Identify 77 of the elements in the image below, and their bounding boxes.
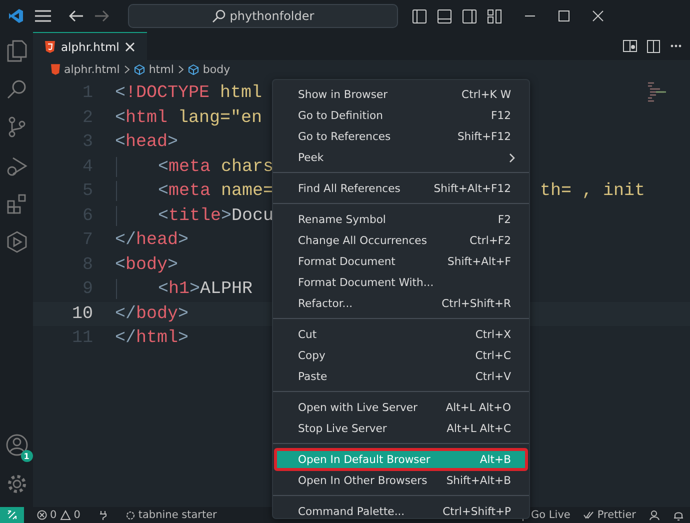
app-logo-icon [8, 8, 24, 24]
close-icon[interactable] [125, 42, 136, 52]
code-line: <h1>ALPHR [158, 279, 253, 300]
menu-item[interactable]: Go to References Shift+F12 [275, 126, 527, 147]
remote-icon [7, 510, 17, 520]
panel-layout-icon[interactable] [437, 8, 452, 24]
error-count[interactable]: 0 [50, 509, 57, 521]
customize-layout-icon[interactable] [487, 8, 502, 24]
menu-item[interactable]: Rename Symbol F2 [275, 209, 527, 230]
secondary-sidebar-icon[interactable] [462, 8, 477, 24]
menu-item[interactable]: Go to Definition F12 [275, 105, 527, 126]
cube-icon [134, 64, 145, 74]
code-line: </head> [115, 230, 189, 250]
chevron-icon [178, 64, 184, 74]
double-check-icon [583, 511, 594, 519]
code-line: <body> [115, 254, 178, 275]
code-line: <meta chars [158, 156, 274, 177]
close-icon[interactable] [592, 10, 604, 22]
code-line: <title>Docu [158, 206, 274, 226]
run-debug-icon[interactable] [6, 155, 28, 177]
forward-arrow-icon[interactable] [94, 9, 110, 23]
sidebar-layout-icon[interactable] [412, 8, 427, 24]
maximize-icon[interactable] [558, 10, 570, 22]
menu-item[interactable]: Show in Browser Ctrl+K W [275, 84, 527, 105]
menu-item[interactable]: Open with Live Server Alt+L Alt+O [275, 397, 527, 418]
tabnine-status[interactable]: tabnine starter [138, 509, 217, 521]
person-icon[interactable] [649, 510, 660, 520]
menu-item[interactable]: Find All References Shift+Alt+F12 [275, 178, 527, 199]
code-line: <html lang="en [115, 108, 262, 128]
menu-item[interactable]: Paste Ctrl+V [275, 366, 527, 387]
html-file-icon [51, 64, 60, 74]
menu-item[interactable]: Open In Other Browsers Shift+Alt+B [275, 470, 527, 491]
code-line: </html> [115, 328, 189, 348]
html-file-icon [45, 40, 55, 52]
menu-item[interactable]: Peek [275, 147, 527, 168]
search-icon [212, 9, 226, 23]
code-fragment: th= , init [540, 181, 646, 202]
notification-badge: 1 [20, 450, 32, 462]
go-live-button[interactable]: Go Live [531, 509, 570, 521]
menu-item[interactable]: Format Document With... [275, 272, 527, 293]
code-line: <meta name= [158, 181, 274, 202]
menu-item[interactable]: Copy Ctrl+C [275, 345, 527, 366]
warning-icon [60, 510, 71, 520]
back-arrow-icon[interactable] [68, 9, 84, 23]
editor-tab[interactable]: alphr.html [33, 32, 148, 60]
code-line: <head> [115, 132, 178, 152]
breadcrumb-item[interactable]: html [148, 62, 174, 76]
hexagon-icon[interactable] [6, 231, 26, 253]
preview-icon[interactable] [623, 40, 637, 52]
files-icon[interactable] [6, 40, 26, 62]
extensions-icon[interactable] [6, 194, 26, 214]
more-icon[interactable] [670, 44, 682, 48]
cube-icon [188, 64, 199, 74]
error-icon [37, 510, 47, 520]
search-icon[interactable] [6, 79, 26, 99]
code-line: <!DOCTYPE html [115, 83, 262, 104]
chevron-icon [124, 64, 130, 74]
menu-item[interactable]: Refactor... Ctrl+Shift+R [275, 293, 527, 314]
line-number: 10 [70, 304, 93, 324]
split-editor-icon[interactable] [647, 40, 660, 52]
menu-item[interactable]: Cut Ctrl+X [275, 324, 527, 345]
bell-icon[interactable] [673, 510, 684, 520]
remote-button[interactable] [0, 507, 24, 523]
breadcrumb-item[interactable]: alphr.html [64, 62, 120, 76]
settings-icon[interactable] [6, 473, 28, 495]
menu-item[interactable]: Format Document Shift+Alt+F [275, 251, 527, 272]
code-line: </body> [115, 304, 189, 324]
menu-item[interactable]: Change All Occurrences Ctrl+F2 [275, 230, 527, 251]
menu-icon[interactable] [34, 9, 52, 23]
menu-item[interactable]: Stop Live Server Alt+L Alt+C [275, 418, 527, 439]
warning-count[interactable]: 0 [74, 509, 80, 521]
menu-item[interactable]: Command Palette... Ctrl+Shift+P [275, 501, 527, 522]
breadcrumb-item[interactable]: body [202, 62, 230, 76]
plug-icon[interactable] [99, 510, 108, 520]
prettier-status[interactable]: Prettier [597, 509, 636, 521]
search-field[interactable]: phythonfolder [128, 4, 398, 28]
source-control-icon[interactable] [6, 116, 26, 138]
